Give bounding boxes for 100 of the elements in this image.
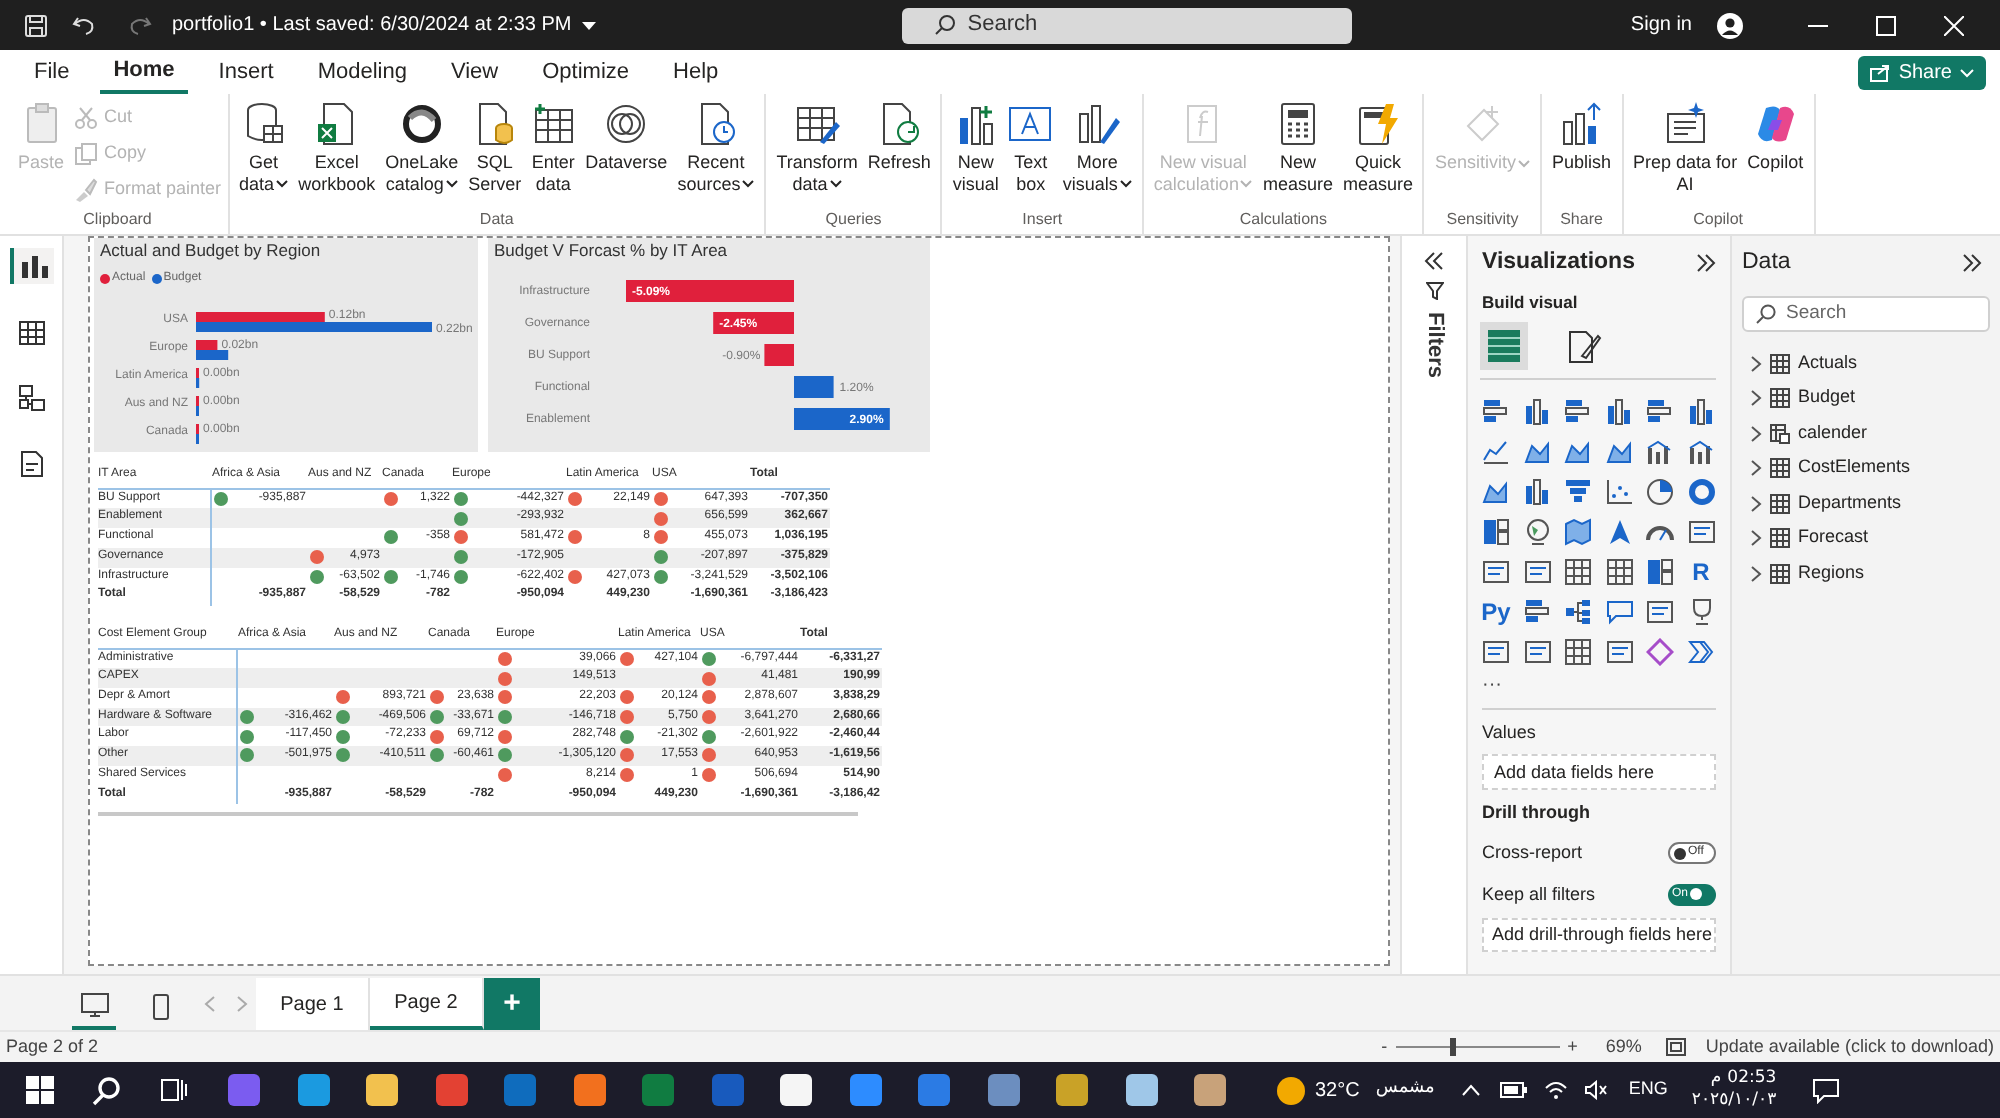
chevron-icon[interactable] bbox=[1750, 530, 1762, 546]
windows-logo-icon[interactable] bbox=[26, 1076, 54, 1104]
bar-chart-icon[interactable] bbox=[1523, 598, 1551, 626]
save-icon[interactable] bbox=[24, 13, 48, 37]
menu-tab[interactable]: Optimize bbox=[528, 50, 644, 94]
menu-tab[interactable]: Modeling bbox=[303, 50, 421, 94]
drop-field[interactable]: Add drill-through fields here bbox=[1482, 918, 1716, 952]
card-icon[interactable] bbox=[1605, 638, 1633, 666]
app-icon[interactable] bbox=[849, 1074, 881, 1106]
combo-chart-icon[interactable] bbox=[1687, 438, 1715, 466]
app-icon[interactable] bbox=[366, 1074, 398, 1106]
app-icon[interactable] bbox=[1056, 1074, 1088, 1106]
expand-icon[interactable] bbox=[1696, 254, 1716, 273]
drop-field[interactable]: Add data fields here bbox=[1482, 753, 1716, 789]
bar-chart-icon[interactable] bbox=[1564, 398, 1592, 426]
task-view-icon[interactable] bbox=[160, 1076, 188, 1104]
redo-icon[interactable] bbox=[128, 13, 152, 37]
funnel-icon[interactable] bbox=[1564, 478, 1592, 506]
battery-icon[interactable] bbox=[1500, 1082, 1529, 1098]
app-icon[interactable] bbox=[1194, 1074, 1226, 1106]
undo-icon[interactable] bbox=[72, 13, 96, 37]
area-chart-icon[interactable] bbox=[1564, 438, 1592, 466]
column-chart-icon[interactable] bbox=[1687, 398, 1715, 426]
chevron-icon[interactable] bbox=[1750, 495, 1762, 511]
page-tab[interactable]: Page 2 bbox=[370, 978, 484, 1030]
ribbon-button[interactable]: New visual bbox=[948, 102, 1003, 210]
sign-in-link[interactable]: Sign in bbox=[1630, 10, 1692, 40]
scrollbar[interactable] bbox=[98, 812, 858, 817]
ribbon-button[interactable]: Recent sources bbox=[673, 102, 759, 210]
data-table-item[interactable]: Budget bbox=[1750, 385, 1990, 411]
chevron-icon[interactable] bbox=[1750, 565, 1762, 581]
navigation-arrow-icon[interactable] bbox=[1605, 518, 1633, 546]
globe-icon[interactable] bbox=[1523, 518, 1551, 546]
menu-tab[interactable]: View bbox=[436, 50, 513, 94]
column-chart-icon[interactable] bbox=[1523, 478, 1551, 506]
area-chart-icon[interactable] bbox=[1605, 438, 1633, 466]
card-icon[interactable] bbox=[1523, 638, 1551, 666]
ribbon-button[interactable]: Transform data bbox=[772, 102, 862, 210]
treemap-icon[interactable] bbox=[1646, 558, 1674, 586]
notification-icon[interactable] bbox=[1812, 1077, 1841, 1103]
add-page-button[interactable]: + bbox=[484, 978, 540, 1030]
page-tab[interactable]: Page 1 bbox=[256, 978, 370, 1030]
speech-bubble-icon[interactable] bbox=[1605, 598, 1633, 626]
input-language[interactable]: ENG bbox=[1628, 1076, 1668, 1104]
filter-icon[interactable] bbox=[1425, 282, 1443, 300]
table-icon[interactable] bbox=[1564, 558, 1592, 586]
menu-tab[interactable]: Home bbox=[99, 50, 189, 94]
ribbon-button[interactable]: Refresh bbox=[863, 102, 935, 210]
app-icon[interactable] bbox=[573, 1074, 605, 1106]
scatter-chart-icon[interactable] bbox=[1605, 478, 1633, 506]
zoom-in-button[interactable]: + bbox=[1567, 1033, 1578, 1061]
bar-chart-icon[interactable] bbox=[1482, 398, 1510, 426]
ribbon-button[interactable]: Quick measure bbox=[1338, 102, 1417, 210]
zoom-out-button[interactable]: - bbox=[1381, 1033, 1388, 1061]
decomposition-tree-icon[interactable] bbox=[1564, 598, 1592, 626]
data-table-item[interactable]: Departments bbox=[1750, 490, 1990, 516]
app-icon[interactable] bbox=[297, 1074, 329, 1106]
bar-chart-icon[interactable] bbox=[1646, 398, 1674, 426]
data-table-item[interactable]: CostElements bbox=[1750, 455, 1990, 481]
data-table-item[interactable]: calender bbox=[1750, 420, 1990, 446]
fit-to-page-icon[interactable] bbox=[1665, 1038, 1686, 1056]
chevron-icon[interactable] bbox=[1750, 355, 1762, 371]
area-chart-icon[interactable] bbox=[1482, 478, 1510, 506]
wifi-icon[interactable] bbox=[1544, 1080, 1569, 1100]
app-icon[interactable] bbox=[780, 1074, 812, 1106]
line-chart-icon[interactable] bbox=[1482, 438, 1510, 466]
column-chart-icon[interactable] bbox=[1523, 398, 1551, 426]
treemap-icon[interactable] bbox=[1482, 518, 1510, 546]
ribbon-button[interactable]: Prep data for AI bbox=[1629, 102, 1742, 210]
slider-thumb[interactable] bbox=[1450, 1038, 1457, 1056]
chevron-icon[interactable] bbox=[1687, 638, 1715, 666]
combo-chart-icon[interactable] bbox=[1646, 438, 1674, 466]
ribbon-button[interactable]: Copilot bbox=[1743, 102, 1808, 210]
chevron-icon[interactable] bbox=[1750, 425, 1762, 441]
ribbon-button[interactable]: Enter data bbox=[527, 102, 580, 210]
table-icon[interactable] bbox=[1564, 638, 1592, 666]
ribbon-button[interactable]: New measure bbox=[1258, 102, 1337, 210]
menu-tab[interactable]: Help bbox=[659, 50, 733, 94]
view-tab[interactable] bbox=[9, 248, 53, 284]
expand-icon[interactable] bbox=[1962, 254, 1982, 273]
map-icon[interactable] bbox=[1564, 518, 1592, 546]
sun-icon[interactable] bbox=[1275, 1075, 1305, 1105]
table-icon[interactable] bbox=[1605, 558, 1633, 586]
ribbon-button[interactable]: More visuals bbox=[1058, 102, 1136, 210]
menu-tab[interactable]: File bbox=[20, 50, 84, 94]
search-field[interactable]: Search bbox=[1742, 296, 1990, 333]
ribbon-button[interactable]: Dataverse bbox=[581, 102, 672, 210]
ribbon-button[interactable]: SQL Server bbox=[464, 102, 526, 210]
trophy-icon[interactable] bbox=[1687, 598, 1715, 626]
search-field[interactable]: Search bbox=[901, 7, 1352, 43]
search-icon[interactable] bbox=[92, 1075, 122, 1105]
data-table-item[interactable]: Regions bbox=[1750, 560, 1990, 586]
speaker-muted-icon[interactable] bbox=[1584, 1080, 1609, 1100]
chevron-icon[interactable] bbox=[1750, 460, 1762, 476]
app-icon[interactable] bbox=[987, 1074, 1019, 1106]
zoom-slider[interactable] bbox=[1395, 1038, 1560, 1056]
update-notice[interactable]: Update available (click to download) bbox=[1705, 1033, 1994, 1061]
maximize-icon[interactable] bbox=[1876, 15, 1896, 35]
ribbon-button[interactable]: Excel workbook bbox=[294, 102, 380, 210]
close-icon[interactable] bbox=[1944, 15, 1964, 35]
